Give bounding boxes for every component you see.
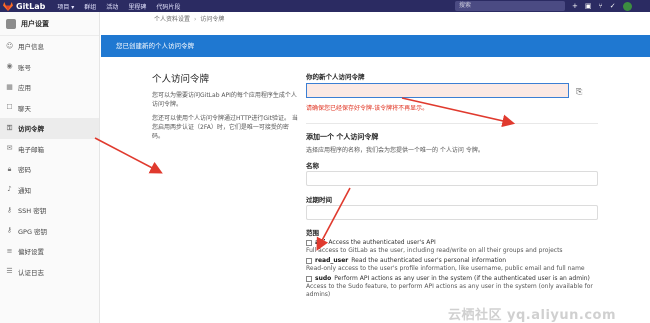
name-input[interactable]: [306, 171, 598, 186]
token-icon: ⚿: [6, 123, 13, 132]
sidebar-item-11[interactable]: ☰ 认证日志: [0, 262, 99, 283]
sidebar-avatar: [6, 18, 16, 29]
nav-activity[interactable]: 活动: [106, 2, 118, 11]
nav-projects[interactable]: 项目 ▾: [57, 2, 74, 11]
sidebar-item-7[interactable]: ♪ 通知: [0, 180, 99, 201]
scopes-label: 范围: [306, 229, 319, 237]
watermark: 云栖社区 yq.aliyun.com: [448, 308, 617, 323]
nav-milestones[interactable]: 里程碑: [128, 2, 146, 11]
sidebar-item-3[interactable]: ☐ 聊天: [0, 98, 99, 119]
user-avatar[interactable]: [622, 1, 632, 11]
copy-icon[interactable]: ⎘: [576, 87, 582, 97]
scope-read-user: read_user Read the authenticated user's …: [306, 257, 600, 265]
breadcrumb-parent[interactable]: 个人资料设置: [154, 16, 190, 23]
gitlab-fox-icon: [3, 1, 13, 11]
search-input[interactable]: 搜索: [455, 1, 565, 11]
sidebar-item-label: 访问令牌: [18, 125, 44, 134]
applications-icon: ▦: [6, 82, 13, 91]
token-section: 你的新个人访问令牌 ⎘ 请确保您已经保存好令牌-该令牌将不再显示。 添加一个 个…: [306, 71, 600, 298]
divider: [306, 123, 598, 124]
sidebar-item-label: 电子邮箱: [18, 145, 44, 154]
scope-read-user-desc: Read the authenticated user's personal i…: [351, 257, 507, 264]
scope-sudo-name: sudo: [315, 275, 332, 282]
scope-api-detail: Full access to GitLab as the user, inclu…: [306, 247, 563, 254]
intro-paragraph-1: 您可以为需要访问GitLab API的每个应用程序生成个人访问令牌。: [152, 92, 297, 108]
sidebar-item-label: SSH 密钥: [18, 207, 47, 216]
top-navbar: GitLab 项目 ▾ 群组 活动 里程碑 代码片段 搜索 + ▣ ⑂ ✓: [0, 0, 650, 12]
sidebar-item-label: 密码: [18, 166, 31, 175]
breadcrumb: 个人资料设置 › 访问令牌: [154, 14, 224, 23]
scope-api: api Access the authenticated user's API: [306, 239, 600, 247]
add-token-heading: 添加一个 个人访问令牌: [306, 133, 379, 141]
scope-sudo: sudo Perform API actions as any user in …: [306, 275, 600, 283]
sidebar-item-1[interactable]: ◉ 账号: [0, 57, 99, 78]
sidebar-title: 用户设置: [21, 19, 49, 28]
settings-sidebar: 用户设置 ☺ 用户信息 ◉ 账号 ▦ 应用 ☐ 聊天 ⚿ 访问令牌 ✉ 电子邮箱 🔒︎ 密码 ♪ 通知 ⚷ SSH…: [0, 12, 100, 323]
scope-sudo-desc: Perform API actions as any user in the s…: [334, 275, 590, 282]
log-icon: ☰: [6, 267, 13, 276]
nav-groups[interactable]: 群组: [84, 2, 96, 11]
sidebar-item-2[interactable]: ▦ 应用: [0, 77, 99, 98]
gitlab-logo[interactable]: GitLab: [3, 1, 46, 11]
scope-sudo-checkbox[interactable]: [306, 276, 312, 282]
intro-paragraph-2: 您还可以使用个人访问令牌通过HTTP进行Git验证。 当您启用两步认证（2FA）…: [152, 115, 298, 140]
sidebar-item-label: 认证日志: [18, 268, 44, 277]
key-icon: ⚷: [6, 205, 13, 214]
expires-input[interactable]: [306, 205, 598, 220]
scope-read-user-name: read_user: [315, 257, 349, 264]
scope-api-desc: Access the authenticated user's API: [328, 239, 436, 246]
flash-notice: 您已创建新的个人访问令牌: [101, 35, 650, 57]
sidebar-item-8[interactable]: ⚷ SSH 密钥: [0, 200, 99, 221]
sidebar-item-label: 聊天: [18, 104, 31, 113]
scope-api-checkbox[interactable]: [306, 240, 312, 246]
scope-read-user-checkbox[interactable]: [306, 258, 312, 264]
chat-icon: ☐: [6, 103, 13, 112]
sidebar-item-6[interactable]: 🔒︎ 密码: [0, 159, 99, 180]
breadcrumb-separator: ›: [194, 16, 197, 23]
lock-icon: 🔒︎: [7, 164, 12, 173]
token-warning: 请确保您已经保存好令牌-该令牌将不再显示。: [306, 105, 429, 112]
sidebar-item-label: GPG 密钥: [18, 227, 48, 236]
top-nav-links: 项目 ▾ 群组 活动 里程碑 代码片段: [57, 2, 180, 11]
issues-icon[interactable]: ▣: [585, 1, 592, 11]
nav-snippets[interactable]: 代码片段: [156, 2, 180, 11]
account-icon: ◉: [6, 62, 13, 71]
new-token-label: 你的新个人访问令牌: [306, 73, 365, 81]
add-token-subheading: 选择应用程序的名称，我们会为您提供一个唯一的 个人访问 令牌。: [306, 147, 484, 154]
sidebar-item-10[interactable]: ≡ 偏好设置: [0, 241, 99, 262]
scopes-list: api Access the authenticated user's API …: [306, 239, 600, 301]
scope-api-name: api: [315, 239, 326, 246]
bell-icon: ♪: [7, 185, 12, 194]
user-icon: ☺: [6, 41, 14, 50]
sidebar-item-0[interactable]: ☺ 用户信息: [0, 36, 99, 57]
brand-name: GitLab: [16, 1, 46, 11]
page-title: 个人访问令牌: [152, 74, 210, 85]
sidebar-item-9[interactable]: ⚷ GPG 密钥: [0, 221, 99, 242]
breadcrumb-current: 访问令牌: [200, 16, 225, 23]
key-icon: ⚷: [6, 226, 13, 235]
annotation-arrow-left: [94, 137, 163, 174]
preferences-icon: ≡: [6, 246, 13, 255]
sidebar-header[interactable]: 用户设置: [0, 12, 99, 36]
top-icons: + ▣ ⑂ ✓: [572, 1, 632, 11]
plus-icon[interactable]: +: [572, 1, 578, 11]
scope-read-user-detail: Read-only access to the user's profile i…: [306, 265, 585, 272]
sidebar-item-label: 应用: [18, 84, 31, 93]
sidebar-item-4[interactable]: ⚿ 访问令牌: [0, 118, 99, 139]
intro-section: 个人访问令牌 您可以为需要访问GitLab API的每个应用程序生成个人访问令牌…: [152, 71, 298, 146]
merge-request-icon[interactable]: ⑂: [599, 1, 603, 11]
name-label: 名称: [306, 162, 319, 170]
sidebar-item-label: 用户信息: [18, 43, 44, 52]
expires-label: 过期时间: [306, 196, 332, 204]
todo-icon[interactable]: ✓: [610, 1, 616, 11]
sidebar-item-5[interactable]: ✉ 电子邮箱: [0, 139, 99, 160]
sidebar-item-label: 账号: [18, 63, 31, 72]
sidebar-item-label: 偏好设置: [18, 248, 44, 257]
new-token-field[interactable]: [306, 83, 569, 98]
scope-sudo-detail: Access to the Sudo feature, to perform A…: [306, 283, 593, 298]
email-icon: ✉: [6, 144, 13, 153]
sidebar-item-label: 通知: [18, 186, 31, 195]
